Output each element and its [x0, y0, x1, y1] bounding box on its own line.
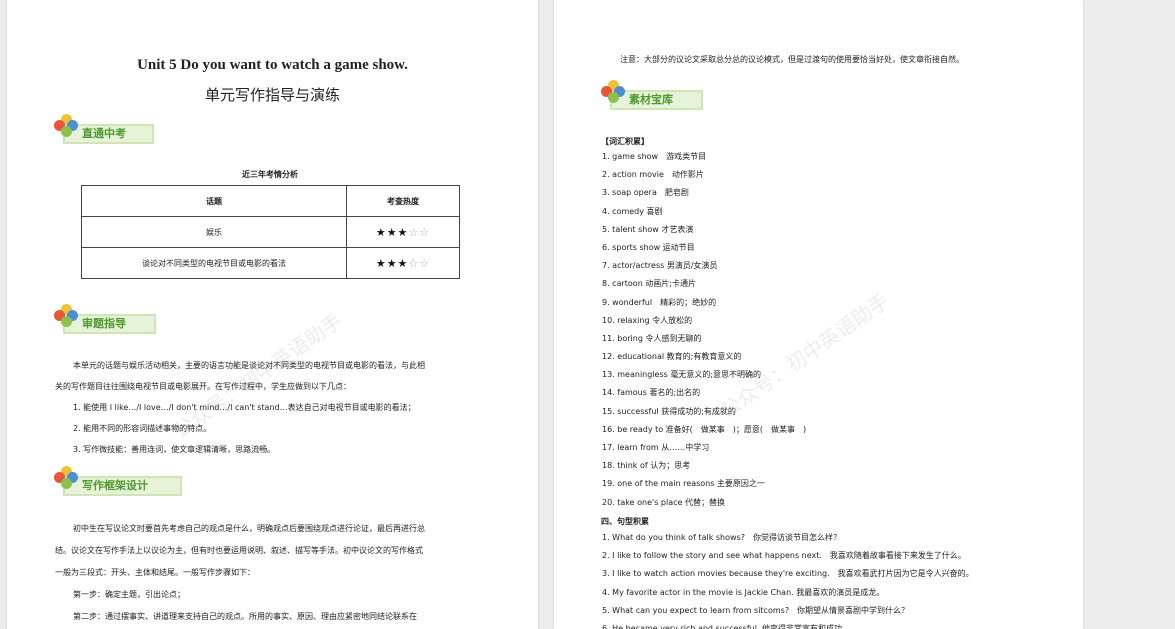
list-item: 19. one of the main reasons 主要原因之一 [602, 479, 765, 489]
section-badge-kuangjia: 写作框架设计 [54, 466, 182, 500]
list-item: 6. He became very rich and successful. 他… [602, 623, 851, 629]
list-item: 4. comedy 喜剧 [602, 206, 663, 216]
list-item: 8. cartoon 动画片;卡通片 [602, 279, 696, 289]
star-rating-icon: ★★★☆☆ [375, 225, 431, 239]
list-item: 20. take one's place 代替；替换 [602, 497, 725, 507]
section-badge-zhitong: 直通中考 [54, 114, 154, 148]
flower-icon [54, 304, 80, 330]
list-item: 12. educational 教育的;有教育意义的 [602, 352, 742, 362]
sentence-heading: 四、句型积累 [601, 517, 649, 526]
frame-paragraph: 初中生在写议论文时要首先考虑自己的观点是什么，明确观点后要围绕观点进行论证，最后… [55, 524, 425, 621]
table-caption: 近三年考情分析 [242, 170, 298, 179]
list-item: 3. I like to watch action movies because… [602, 569, 974, 579]
list-item: 1. What do you think of talk shows? 你觉得访… [602, 533, 841, 542]
list-item: 4. My favorite actor in the movie is Jac… [602, 587, 885, 597]
section-badge-sucai: 素材宝库 [601, 80, 703, 114]
table-row: 谈论对不同类型的电视节目或电影的看法 ★★★☆☆ [81, 247, 460, 279]
right-page: 公众号：初中英语助手 注意：大部分的议论文采取总分总的议论模式，但是过渡句的使用… [554, 0, 1083, 629]
list-item: 15. successful 获得成功的;有成就的 [602, 406, 736, 416]
list-item: 7. actor/actress 男演员/女演员 [602, 261, 718, 271]
star-rating-icon: ★★★☆☆ [375, 256, 431, 270]
vocab-heading: 【词汇积累】 [601, 137, 649, 146]
list-item: 13. meaningless 毫无意义的;意思不明确的 [602, 370, 762, 380]
table-row: 娱乐 ★★★☆☆ [81, 216, 460, 248]
list-item: 14. famous 著名的;出名的 [602, 388, 701, 398]
guide-paragraph: 本单元的话题与娱乐活动相关，主要的语言功能是谈论对不同类型的电视节目或电影的看法… [55, 361, 425, 454]
list-item: 1. game show 游戏类节目 [602, 152, 707, 161]
left-page: 公众号：初中英语助手 Unit 5 Do you want to watch a… [7, 0, 538, 629]
flower-icon [54, 114, 80, 140]
list-item: 9. wonderful 精彩的；绝妙的 [602, 297, 717, 307]
flower-icon [601, 80, 627, 106]
list-item: 17. learn from 从……中学习 [602, 443, 710, 452]
table-header: 考查热度 [346, 185, 460, 217]
flower-icon [54, 466, 80, 492]
list-item: 16. be ready to 准备好( 做某事 )；愿意( 做某事 ) [602, 424, 807, 434]
section-badge-shenti: 审题指导 [54, 304, 156, 338]
sentence-list: 1. What do you think of talk shows? 你觉得访… [602, 529, 974, 629]
list-item: 5. What can you expect to learn from sit… [602, 605, 910, 615]
list-item: 3. soap opera 肥皂剧 [602, 188, 689, 198]
list-item: 2. I like to follow the story and see wh… [602, 551, 966, 561]
vocab-list: 1. game show 游戏类节目 2. action movie 动作影片 … [602, 148, 806, 512]
unit-subtitle: 单元写作指导与演练 [204, 86, 340, 104]
note-text: 注意：大部分的议论文采取总分总的议论模式，但是过渡句的使用要恰当好处，使文章衔接… [620, 55, 964, 64]
list-item: 6. sports show 运动节目 [602, 242, 695, 252]
table-header: 话题 [81, 185, 347, 217]
list-item: 18. think of 认为；思考 [602, 461, 691, 471]
list-item: 10. relaxing 令人放松的 [602, 315, 693, 325]
unit-title: Unit 5 Do you want to watch a game show. [137, 57, 408, 73]
list-item: 5. talent show 才艺表演 [602, 224, 694, 234]
list-item: 11. boring 令人感到无聊的 [602, 333, 702, 343]
exam-analysis-table: 话题 考查热度 娱乐 ★★★☆☆ 谈论对不同类型的电视节目或电影的看法 ★★★☆… [81, 185, 460, 279]
list-item: 2. action movie 动作影片 [602, 170, 704, 180]
